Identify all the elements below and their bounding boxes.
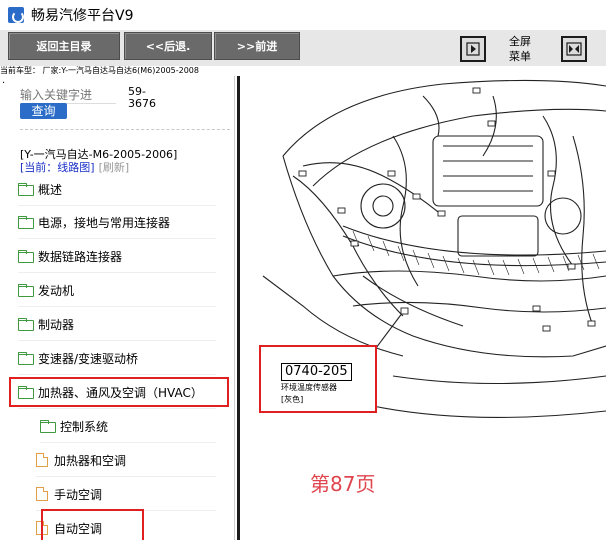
tree-item-label: 数据链路连接器 [38,249,123,264]
arrow-right-button[interactable] [460,36,486,62]
part-name: 环境温度传感器 [281,383,337,392]
folder-icon [18,352,34,365]
fit-width-icon [566,42,582,56]
fullscreen-line-2: 菜单 [509,50,531,63]
arrow-right-icon [466,42,480,56]
query-button[interactable]: 查询 [20,103,67,119]
tree-item-label: 发动机 [38,283,75,298]
document-icon [36,453,48,467]
part-color: [灰色] [281,395,304,404]
part-code: 0740-205 [281,363,352,381]
wiring-diagram-viewer[interactable]: 0740-205 环境温度传感器 [灰色] 第87页 [243,76,606,540]
app-logo-icon [8,7,24,23]
title-bar: 畅易汽修平台V9 [0,0,606,30]
tree-item-overview[interactable]: 概述 [18,173,216,206]
separator [20,129,230,130]
home-button[interactable]: 返回主目录 [8,32,120,60]
part-label-highlight[interactable]: 0740-205 环境温度传感器 [灰色] [259,345,377,413]
panel-splitter[interactable] [234,76,242,540]
tree-item-label: 加热器和空调 [54,453,127,468]
tree-item-engine[interactable]: 发动机 [18,274,216,307]
tree-item-label: 控制系统 [60,419,109,434]
code-line-2: 3676 [128,97,156,110]
document-icon [36,487,48,501]
back-button[interactable]: <<后退. [124,32,212,60]
tree-item-power-ground[interactable]: 电源，接地与常用连接器 [18,206,216,239]
hvac-highlight-box [9,377,229,407]
fit-width-button[interactable] [561,36,587,62]
tree-item-label: 制动器 [38,317,75,332]
app-window: 畅易汽修平台V9 返回主目录 <<后退. >>前进 全屏 菜单 当前车型： 厂家… [0,0,606,540]
scroll-marker: · [2,78,6,89]
folder-icon [18,318,34,331]
tree-item-label: 概述 [38,182,63,197]
tree-item-transmission[interactable]: 变速器/变速驱动桥 [18,342,216,375]
forward-button[interactable]: >>前进 [214,32,300,60]
tree-item-label: 变速器/变速驱动桥 [38,351,139,366]
folder-icon [18,183,34,196]
wiring-diagram-image [262,79,606,418]
folder-icon [18,250,34,263]
current-car-model: 当前车型： 厂家:Y-一汽马自达马自达6(M6)2005-2008 [0,66,199,75]
tree-item-control-system[interactable]: 控制系统 [40,410,216,443]
search-input[interactable] [20,86,116,104]
tree-item-data-link[interactable]: 数据链路连接器 [18,240,216,273]
folder-icon [40,420,56,433]
tree-item-label: 电源，接地与常用连接器 [38,215,171,230]
page-number: 第87页 [310,472,376,496]
folder-icon [18,284,34,297]
toolbar: 返回主目录 <<后退. >>前进 全屏 菜单 [0,30,606,66]
fullscreen-menu-label[interactable]: 全屏 菜单 [505,34,535,64]
tree-item-brakes[interactable]: 制动器 [18,308,216,341]
tree-item-label: 手动空调 [54,487,103,502]
code-display: 59- 3676 [128,86,156,110]
fullscreen-line-1: 全屏 [509,35,531,48]
left-panel: · 59- 3676 查询 [Y-一汽马自达-M6-2005-2006] [当前… [0,76,234,540]
tree-item-heater-ac[interactable]: 加热器和空调 [36,444,216,477]
window-title: 畅易汽修平台V9 [31,8,134,24]
auto-ac-highlight-box [41,509,144,540]
folder-icon [18,216,34,229]
tree-item-manual-ac[interactable]: 手动空调 [36,478,216,511]
